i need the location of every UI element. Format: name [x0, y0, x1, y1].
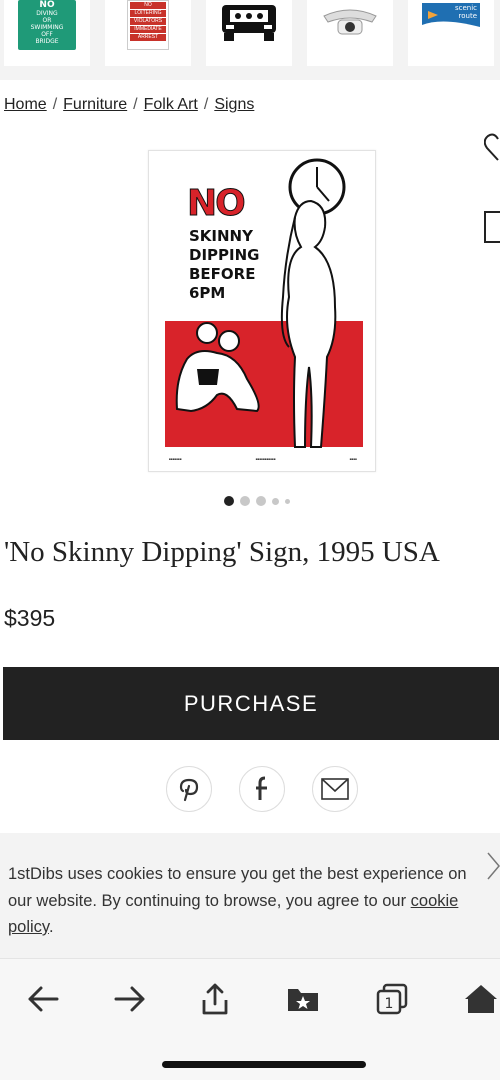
pinterest-icon — [179, 778, 199, 802]
close-icon[interactable] — [486, 851, 500, 881]
carousel-dots — [224, 496, 290, 506]
cookie-banner: 1stDibs uses cookies to ensure you get t… — [0, 833, 500, 958]
sign-fine-print: ■■■■■■■ ■■■■■■■■■■■ ■■■■ — [169, 457, 357, 461]
cookie-message-text: 1stDibs uses cookies to ensure you get t… — [8, 865, 467, 910]
breadcrumb-furniture[interactable]: Furniture — [63, 96, 127, 113]
no-loitering-thumbnail-image: NO LOITERING VIOLATORS IMMEDIATE ARREST — [127, 0, 169, 50]
folder-icon[interactable] — [484, 211, 500, 243]
share-facebook-button[interactable] — [239, 766, 285, 812]
carousel-dot[interactable] — [285, 498, 290, 504]
thumbnail-no-diving[interactable]: NO DIVING OR SWIMMING OFF BRIDGE — [4, 0, 90, 66]
cookie-message-suffix: . — [48, 918, 54, 936]
carousel-dot[interactable] — [224, 496, 234, 506]
browser-toolbar: 1 — [0, 958, 500, 1080]
cookie-message: 1stDibs uses cookies to ensure you get t… — [8, 861, 478, 941]
breadcrumb-separator: / — [133, 96, 138, 113]
share-email-button[interactable] — [312, 766, 358, 812]
thumbnail-strip: NO DIVING OR SWIMMING OFF BRIDGE NO LOIT… — [0, 0, 500, 80]
thumbnail-scenic-route[interactable]: scenic route — [408, 0, 494, 66]
breadcrumb-folk-art[interactable]: Folk Art — [144, 96, 198, 113]
carousel-dot[interactable] — [272, 497, 279, 505]
thumbnail-car[interactable] — [206, 0, 292, 66]
product-title: 'No Skinny Dipping' Sign, 1995 USA — [4, 536, 440, 568]
breadcrumb-signs[interactable]: Signs — [214, 96, 254, 113]
carousel-dot[interactable] — [240, 496, 250, 506]
mail-icon — [321, 778, 349, 800]
tabs-button[interactable]: 1 — [374, 981, 410, 1017]
share-button[interactable] — [197, 981, 233, 1017]
facebook-icon — [256, 776, 267, 800]
purchase-button[interactable]: PURCHASE — [3, 667, 499, 740]
home-indicator — [162, 1061, 366, 1068]
share-icon — [202, 983, 228, 1015]
forward-arrow-icon — [114, 986, 145, 1012]
carousel-dot[interactable] — [256, 496, 266, 506]
product-image[interactable]: NO SKINNY DIPPING BEFORE 6PM ■■■■■■■ ■■■■… — [148, 150, 376, 472]
forward-button[interactable] — [112, 981, 148, 1017]
breadcrumb-separator: / — [52, 96, 58, 113]
bookmarks-icon — [288, 989, 318, 1011]
car-thumbnail-image — [222, 5, 276, 41]
sign-body-text: SKINNY DIPPING BEFORE 6PM — [189, 227, 260, 302]
telephone-thumbnail-image — [323, 9, 377, 35]
couple-illustration — [175, 322, 260, 413]
bookmarks-button[interactable] — [285, 981, 321, 1017]
breadcrumb: Home / Furniture / Folk Art / Signs — [4, 96, 254, 114]
home-icon — [465, 985, 497, 1013]
favorite-heart-icon[interactable] — [484, 132, 500, 162]
sign-headline: NO — [187, 183, 247, 225]
product-price: $395 — [4, 605, 56, 631]
breadcrumb-home[interactable]: Home — [4, 96, 47, 113]
thumbnail-telephone[interactable] — [307, 0, 393, 66]
back-arrow-icon — [28, 986, 59, 1012]
tab-count: 1 — [385, 996, 394, 1012]
scenic-route-thumbnail-image: scenic route — [422, 3, 480, 33]
tabs-icon: 1 — [376, 983, 408, 1015]
no-diving-thumbnail-image: NO DIVING OR SWIMMING OFF BRIDGE — [18, 0, 76, 50]
woman-figure-illustration — [280, 199, 337, 448]
share-pinterest-button[interactable] — [166, 766, 212, 812]
breadcrumb-separator: / — [203, 96, 209, 113]
home-button[interactable] — [463, 981, 499, 1017]
thumbnail-no-loitering[interactable]: NO LOITERING VIOLATORS IMMEDIATE ARREST — [105, 0, 191, 66]
back-button[interactable] — [25, 981, 61, 1017]
